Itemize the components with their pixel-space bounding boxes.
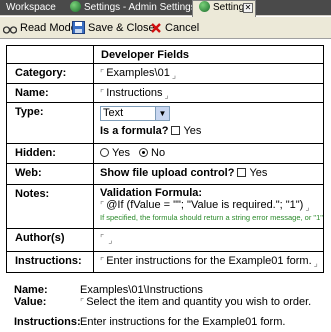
field-open-bracket: ⌜ (100, 233, 105, 243)
save-icon (72, 21, 85, 34)
hidden-yes-radio[interactable] (100, 148, 109, 157)
hidden-yes-label: Yes (112, 147, 130, 159)
hidden-no-label: No (151, 147, 166, 159)
field-close-bracket: ⌟ (171, 70, 177, 80)
field-close-bracket: ⌟ (108, 235, 113, 245)
validation-formula-label: Validation Formula: (100, 187, 203, 199)
header-divider (93, 46, 94, 63)
type-row: Type: Text ▼ Is a formula? Yes (7, 103, 323, 144)
formula-option: Yes (183, 125, 202, 137)
save-close-button[interactable]: Save & Close (72, 20, 155, 36)
validation-hint: If specified, the formula should return … (100, 213, 323, 222)
action-toolbar: Read Mode Save & Close Cancel (0, 17, 331, 39)
notes-label: Notes: (15, 188, 50, 200)
name-field[interactable]: ⌜ Instructions ⌟ (93, 84, 323, 102)
authors-label: Author(s) (15, 232, 65, 244)
field-open-bracket: ⌜ (100, 200, 105, 210)
authors-row: Author(s) ⌜ ⌟ (7, 229, 323, 252)
save-close-label: Save & Close (88, 22, 155, 34)
instructions-label: Instructions: (15, 255, 82, 267)
field-open-bracket: ⌜ (100, 88, 105, 98)
chevron-down-icon: ▼ (155, 107, 169, 120)
type-cell: Text ▼ Is a formula? Yes (93, 103, 323, 143)
summary-value-text: Select the item and quantity you wish to… (86, 296, 312, 308)
hidden-no-radio[interactable] (139, 148, 149, 157)
read-mode-button[interactable]: Read Mode (3, 20, 77, 36)
tab-admin-settings[interactable]: Settings - Admin Settings (64, 1, 196, 16)
summary-value-label: Value: (14, 296, 47, 308)
notes-cell: Validation Formula: ⌜ @If (fValue = ""; "… (93, 185, 323, 228)
file-upload-checkbox[interactable] (237, 168, 247, 177)
web-cell: Show file upload control? Yes (93, 164, 323, 184)
field-open-bracket: ⌜ (100, 256, 105, 266)
notes-row: Notes: Validation Formula: ⌜ @If (fValue … (7, 185, 323, 229)
cancel-button[interactable]: Cancel (150, 20, 199, 36)
developer-fields-form: Developer Fields Category: ⌜ Examples\01 ⌟… (6, 45, 324, 273)
category-label: Category: (15, 67, 67, 79)
tab-label: Setting (213, 2, 245, 13)
field-close-bracket: ⌟ (164, 90, 169, 100)
name-row: Name: ⌜ Instructions ⌟ (7, 84, 323, 103)
authors-field[interactable]: ⌜ ⌟ (93, 229, 323, 251)
field-close-bracket: ⌟ (305, 202, 310, 212)
tab-setting[interactable]: Setting ✕ (192, 0, 256, 17)
field-close-bracket: ⌟ (313, 258, 318, 268)
instructions-value: Enter instructions for the Example01 for… (106, 255, 312, 267)
hidden-row: Hidden: Yes No (7, 144, 323, 164)
validation-formula-value: @If (fValue = ""; "Value is required."; … (106, 199, 304, 211)
close-icon[interactable]: ✕ (243, 3, 253, 13)
summary-name-label: Name: (14, 284, 48, 296)
tab-workspace[interactable]: Workspace (2, 1, 64, 16)
cancel-x-icon (151, 23, 161, 33)
web-label: Web: (15, 167, 42, 179)
formula-question: Is a formula? (100, 125, 169, 137)
glasses-icon (3, 26, 17, 34)
name-value: Instructions (106, 87, 163, 99)
tab-label: Settings - Admin Settings (84, 2, 196, 13)
summary-instructions-value: Enter instructions for the Example01 for… (80, 316, 286, 328)
web-question: Show file upload control? (100, 167, 235, 179)
summary-name-value: Examples\01\Instructions (80, 284, 203, 296)
validation-formula-field[interactable]: ⌜ @If (fValue = ""; "Value is required.";… (100, 199, 323, 213)
web-option: Yes (249, 167, 268, 179)
type-select-value: Text (103, 107, 124, 119)
formula-checkbox[interactable] (171, 126, 181, 135)
form-header-row: Developer Fields (7, 46, 323, 64)
hidden-cell: Yes No (93, 144, 323, 163)
name-label: Name: (15, 87, 49, 99)
read-mode-label: Read Mode (20, 22, 77, 34)
category-value: Examples\01 (106, 67, 170, 79)
type-select[interactable]: Text ▼ (100, 106, 170, 121)
instructions-row: Instructions: ⌜ Enter instructions for th… (7, 252, 323, 272)
summary-instructions-label: Instructions: (14, 316, 81, 328)
type-label: Type: (15, 106, 44, 118)
cancel-label: Cancel (165, 22, 200, 34)
summary-value-field[interactable]: ⌜ Select the item and quantity you wish t… (80, 296, 311, 308)
globe-icon (70, 1, 81, 12)
form-title: Developer Fields (101, 49, 190, 61)
globe-icon (199, 1, 210, 12)
field-open-bracket: ⌜ (80, 297, 85, 307)
hidden-label: Hidden: (15, 147, 56, 159)
web-row: Web: Show file upload control? Yes (7, 164, 323, 185)
tab-label: Workspace (6, 2, 56, 13)
instructions-field[interactable]: ⌜ Enter instructions for the Example01 fo… (93, 252, 323, 272)
category-row: Category: ⌜ Examples\01 ⌟ (7, 64, 323, 84)
field-open-bracket: ⌜ (100, 68, 105, 78)
category-field[interactable]: ⌜ Examples\01 ⌟ (93, 64, 323, 83)
tab-bar: Workspace Settings - Admin Settings Sett… (0, 0, 331, 17)
